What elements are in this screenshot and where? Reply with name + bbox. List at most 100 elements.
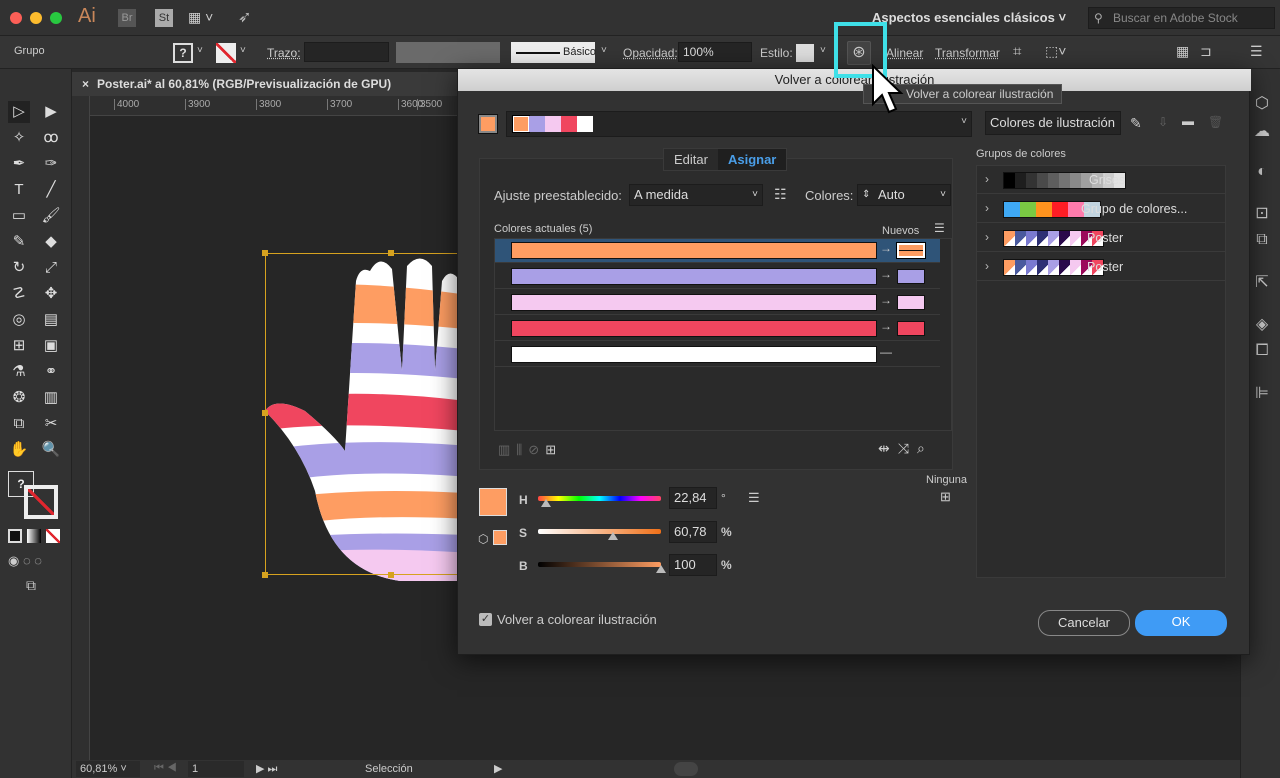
harmony-swatch[interactable]	[545, 116, 561, 132]
stock-search-input[interactable]: ⚲ Buscar en Adobe Stock	[1088, 7, 1275, 29]
color-group-item[interactable]: › Grises	[977, 166, 1225, 194]
document-tab[interactable]: × Poster.ai* al 60,81% (RGB/Previsualizac…	[72, 72, 457, 96]
creative-cloud-icon[interactable]: ☁	[1251, 121, 1273, 143]
color-guide-icon[interactable]: ◐	[1251, 163, 1273, 185]
randomize-saturation-icon[interactable]: ⤨	[898, 440, 917, 456]
randomize-order-icon[interactable]: ⇹	[878, 440, 898, 456]
zoom-level-input[interactable]: 60,81% ˅	[76, 761, 140, 777]
minimize-window-button[interactable]	[30, 12, 42, 24]
panel-menu-icon[interactable]: ☰	[1250, 43, 1263, 60]
tab-editar[interactable]: Editar	[664, 149, 718, 170]
resize-handle[interactable]	[262, 250, 268, 256]
saturation-slider[interactable]	[538, 529, 661, 534]
separate-colors-icon[interactable]: ⫼	[516, 442, 528, 457]
pathfinder-icon[interactable]: ⧉	[1251, 231, 1273, 253]
arrange-icon[interactable]: ▦	[1176, 43, 1189, 60]
bridge-button[interactable]: Br	[118, 9, 136, 27]
mesh-tool-icon[interactable]: ⊞	[8, 335, 30, 357]
new-color-swatch[interactable]	[897, 321, 925, 336]
zoom-tool-icon[interactable]: 🔍	[40, 439, 62, 461]
rotate-tool-icon[interactable]: ↻	[8, 257, 30, 279]
gpu-rocket-icon[interactable]: ➶	[238, 7, 251, 27]
assign-arrow-icon[interactable]: →	[880, 319, 892, 333]
workspace-switcher[interactable]: Aspectos esenciales clásicos ˅	[872, 10, 1066, 25]
color-group-item[interactable]: › Poster	[977, 224, 1225, 252]
stroke-swatch[interactable]	[216, 43, 236, 63]
color-assignment-row[interactable]: →	[495, 239, 940, 263]
isolate-group-icon[interactable]: ⌗	[1013, 43, 1021, 60]
export-icon[interactable]: ⇱	[1251, 272, 1273, 294]
close-tab-icon[interactable]: ×	[82, 77, 89, 91]
eraser-tool-icon[interactable]: ◆	[40, 231, 62, 253]
opacity-input[interactable]: 100%	[678, 42, 752, 62]
status-menu-arrow[interactable]: ▶	[494, 762, 502, 775]
column-graph-tool-icon[interactable]: ▥	[40, 387, 62, 409]
current-color-bar[interactable]	[511, 346, 877, 363]
gradient-tool-icon[interactable]: ▣	[40, 335, 62, 357]
curvature-tool-icon[interactable]: ✑	[40, 153, 62, 175]
gradient-mode-icon[interactable]	[27, 529, 41, 543]
scale-tool-icon[interactable]: ⤢	[40, 257, 62, 279]
artboard-number-input[interactable]: 1	[188, 761, 244, 777]
perspective-grid-tool-icon[interactable]: ▤	[40, 309, 62, 331]
current-color-bar[interactable]	[511, 320, 877, 337]
assign-arrow-icon[interactable]: →	[880, 293, 892, 307]
brightness-slider[interactable]	[538, 562, 661, 567]
brightness-input[interactable]: 100	[669, 554, 717, 576]
stroke-weight-input[interactable]	[304, 42, 389, 62]
expand-chevron-icon[interactable]: ›	[985, 201, 989, 215]
color-assignment-row[interactable]: →	[495, 265, 940, 289]
color-group-item[interactable]: › Poster	[977, 253, 1225, 281]
transform-link[interactable]: Transformar	[935, 46, 1000, 60]
new-color-swatch[interactable]	[897, 269, 925, 284]
active-color-swatch[interactable]	[478, 114, 498, 134]
horizontal-scrollbar-thumb[interactable]	[674, 762, 698, 776]
transform-panel-icon[interactable]: ⊡	[1251, 203, 1273, 225]
fill-dropdown[interactable]: ˅	[197, 45, 203, 56]
expand-chevron-icon[interactable]: ›	[985, 259, 989, 273]
layers-icon[interactable]: ◈	[1251, 314, 1273, 336]
harmony-swatch[interactable]	[529, 116, 545, 132]
new-color-swatch[interactable]	[896, 242, 926, 259]
distribute-icon[interactable]: ⊐	[1200, 43, 1212, 60]
brush-definition[interactable]: Básico	[511, 42, 596, 63]
align-link[interactable]: Alinear	[886, 46, 923, 60]
save-group-icon[interactable]: ⇩	[1158, 115, 1168, 129]
delete-icon[interactable]: 🗑	[1208, 115, 1223, 129]
hand-tool-icon[interactable]: ✋	[8, 439, 30, 461]
saturation-input[interactable]: 60,78	[669, 521, 717, 543]
free-transform-tool-icon[interactable]: ✥	[40, 283, 62, 305]
stock-button[interactable]: St	[155, 9, 173, 27]
libraries-icon[interactable]: ⬡	[1251, 93, 1273, 115]
resize-handle[interactable]	[388, 250, 394, 256]
type-tool-icon[interactable]: T	[8, 179, 30, 201]
symbol-sprayer-tool-icon[interactable]: ❂	[8, 387, 30, 409]
assign-arrow-icon[interactable]: →	[880, 267, 892, 281]
slice-tool-icon[interactable]: ✂	[40, 413, 62, 435]
blend-tool-icon[interactable]: ⚭	[40, 361, 62, 383]
warp-tool-icon[interactable]: ☡	[8, 283, 30, 305]
no-assign-icon[interactable]: —	[880, 345, 892, 359]
resize-handle[interactable]	[262, 410, 268, 416]
gamut-color-swatch[interactable]	[493, 530, 507, 545]
merge-colors-icon[interactable]: ▥	[498, 442, 516, 457]
expand-chevron-icon[interactable]: ›	[985, 230, 989, 244]
style-swatch[interactable]	[796, 44, 814, 62]
direct-selection-tool-icon[interactable]: ▶	[40, 101, 62, 123]
expand-chevron-icon[interactable]: ›	[985, 172, 989, 186]
shape-builder-tool-icon[interactable]: ◎	[8, 309, 30, 331]
tab-asignar[interactable]: Asignar	[717, 149, 787, 170]
out-of-gamut-icon[interactable]: ⬡	[478, 532, 488, 546]
saturation-slider-thumb[interactable]	[607, 532, 618, 540]
hue-slider-thumb[interactable]	[540, 499, 551, 507]
none-mode-icon[interactable]	[46, 529, 60, 543]
new-folder-icon[interactable]: ▬	[1182, 114, 1194, 128]
colors-menu-icon[interactable]: ☰	[934, 221, 945, 235]
brightness-slider-thumb[interactable]	[656, 565, 666, 573]
color-assignment-row[interactable]: →	[495, 317, 940, 341]
selection-tool-icon[interactable]: ▷	[8, 101, 30, 123]
color-assignment-row[interactable]: —	[495, 343, 940, 367]
screen-mode-icon[interactable]: ⧉	[26, 577, 36, 594]
close-window-button[interactable]	[10, 12, 22, 24]
draw-modes-icon[interactable]: ◉ ◌ ◌	[8, 553, 42, 569]
